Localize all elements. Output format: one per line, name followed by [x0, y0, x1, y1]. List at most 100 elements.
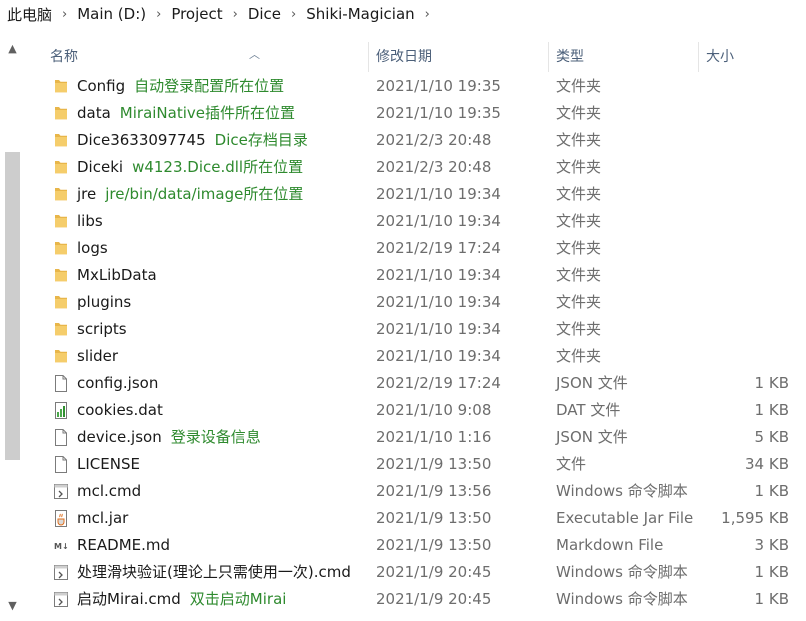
- cmd-file-icon: [52, 478, 70, 505]
- file-row[interactable]: Dice3633097745 Dice存档目录 2021/2/3 20:48 文件夹: [0, 127, 806, 154]
- file-type: 文件夹: [556, 266, 602, 284]
- file-row[interactable]: 启动Mirai.cmd 双击启动Mirai 2021/1/9 20:45 Window…: [0, 586, 806, 613]
- modified-date: 2021/1/9 13:56: [376, 482, 492, 500]
- file-name[interactable]: device.json: [77, 428, 162, 446]
- chevron-right-icon[interactable]: ›: [227, 7, 244, 22]
- header-name[interactable]: 名称 ︿: [50, 40, 368, 74]
- breadcrumb-item[interactable]: 此电脑: [3, 4, 56, 25]
- folder-icon: [52, 235, 70, 262]
- file-type: 文件夹: [556, 77, 602, 95]
- header-size[interactable]: 大小: [706, 40, 796, 74]
- file-row[interactable]: logs 2021/2/19 17:24 文件夹: [0, 235, 806, 262]
- file-name[interactable]: 处理滑块验证(理论上只需使用一次).cmd: [77, 563, 351, 581]
- file-row[interactable]: mcl.cmd 2021/1/9 13:56 Windows 命令脚本 1 KB: [0, 478, 806, 505]
- file-type: 文件夹: [556, 239, 602, 257]
- file-name[interactable]: plugins: [77, 293, 131, 311]
- file-row[interactable]: 处理滑块验证(理论上只需使用一次).cmd 2021/1/9 20:45 Windo…: [0, 559, 806, 586]
- file-row[interactable]: Config 自动登录配置所在位置 2021/1/10 19:35 文件夹: [0, 73, 806, 100]
- file-row[interactable]: LICENSE 2021/1/9 13:50 文件 34 KB: [0, 451, 806, 478]
- header-type[interactable]: 类型: [556, 40, 698, 74]
- file-name[interactable]: slider: [77, 347, 118, 365]
- file-name[interactable]: Diceki: [77, 158, 123, 176]
- file-name-cell[interactable]: plugins: [77, 289, 131, 316]
- chevron-right-icon[interactable]: ›: [285, 7, 302, 22]
- chevron-right-icon[interactable]: ›: [150, 7, 167, 22]
- file-name-cell[interactable]: LICENSE: [77, 451, 140, 478]
- breadcrumb-item[interactable]: Shiki-Magician: [302, 5, 418, 23]
- file-name[interactable]: Dice3633097745: [77, 131, 206, 149]
- file-row[interactable]: data MiraiNative插件所在位置 2021/1/10 19:35 文件夹: [0, 100, 806, 127]
- file-size: 3 KB: [754, 536, 789, 554]
- file-name[interactable]: data: [77, 104, 111, 122]
- column-divider[interactable]: [698, 42, 699, 72]
- file-name[interactable]: logs: [77, 239, 108, 257]
- modified-date: 2021/1/10 9:08: [376, 401, 492, 419]
- file-name[interactable]: 启动Mirai.cmd: [77, 590, 181, 608]
- breadcrumb-item[interactable]: Dice: [244, 5, 285, 23]
- file-row[interactable]: libs 2021/1/10 19:34 文件夹: [0, 208, 806, 235]
- file-name-cell[interactable]: mcl.cmd: [77, 478, 141, 505]
- blank-file-icon: [52, 451, 70, 478]
- breadcrumb-item[interactable]: Project: [167, 5, 226, 23]
- file-name-cell[interactable]: 处理滑块验证(理论上只需使用一次).cmd: [77, 559, 351, 586]
- file-row[interactable]: Diceki w4123.Dice.dll所在位置 2021/2/3 20:48 文件…: [0, 154, 806, 181]
- file-name[interactable]: mcl.jar: [77, 509, 128, 527]
- modified-date: 2021/1/10 19:34: [376, 266, 501, 284]
- annotation-label: 自动登录配置所在位置: [134, 77, 285, 95]
- file-name-cell[interactable]: logs: [77, 235, 108, 262]
- file-row[interactable]: M↓ README.md 2021/1/9 13:50 Markdown File 3 …: [0, 532, 806, 559]
- file-name[interactable]: libs: [77, 212, 103, 230]
- file-size: 1 KB: [754, 563, 789, 581]
- file-name[interactable]: README.md: [77, 536, 170, 554]
- modified-date: 2021/2/19 17:24: [376, 374, 501, 392]
- file-name-cell[interactable]: Diceki w4123.Dice.dll所在位置: [77, 154, 303, 181]
- file-name[interactable]: MxLibData: [77, 266, 157, 284]
- column-divider[interactable]: [368, 42, 369, 72]
- modified-date: 2021/1/10 19:35: [376, 104, 501, 122]
- file-row[interactable]: plugins 2021/1/10 19:34 文件夹: [0, 289, 806, 316]
- file-row[interactable]: jre jre/bin/data/image所在位置 2021/1/10 19:34…: [0, 181, 806, 208]
- file-name-cell[interactable]: cookies.dat: [77, 397, 163, 424]
- file-name[interactable]: mcl.cmd: [77, 482, 141, 500]
- file-row[interactable]: mcl.jar 2021/1/9 13:50 Executable Jar File…: [0, 505, 806, 532]
- file-name-cell[interactable]: slider: [77, 343, 118, 370]
- column-divider[interactable]: [548, 42, 549, 72]
- file-name-cell[interactable]: Config 自动登录配置所在位置: [77, 73, 284, 100]
- breadcrumb-item[interactable]: Main (D:): [73, 5, 150, 23]
- chevron-right-icon[interactable]: ›: [56, 7, 73, 22]
- file-name-cell[interactable]: 启动Mirai.cmd 双击启动Mirai: [77, 586, 286, 613]
- file-row[interactable]: cookies.dat 2021/1/10 9:08 DAT 文件 1 KB: [0, 397, 806, 424]
- chevron-right-icon[interactable]: ›: [419, 7, 436, 22]
- file-name-cell[interactable]: jre jre/bin/data/image所在位置: [77, 181, 303, 208]
- file-name[interactable]: config.json: [77, 374, 158, 392]
- folder-icon: [52, 208, 70, 235]
- file-name[interactable]: Config: [77, 77, 125, 95]
- file-row[interactable]: scripts 2021/1/10 19:34 文件夹: [0, 316, 806, 343]
- file-name-cell[interactable]: README.md: [77, 532, 170, 559]
- file-row[interactable]: config.json 2021/2/19 17:24 JSON 文件 1 KB: [0, 370, 806, 397]
- file-name-cell[interactable]: device.json 登录设备信息: [77, 424, 261, 451]
- modified-date: 2021/1/10 19:34: [376, 185, 501, 203]
- file-name[interactable]: cookies.dat: [77, 401, 163, 419]
- file-name-cell[interactable]: config.json: [77, 370, 158, 397]
- file-name[interactable]: LICENSE: [77, 455, 140, 473]
- file-name[interactable]: scripts: [77, 320, 127, 338]
- svg-text:M↓: M↓: [54, 542, 69, 551]
- file-name-cell[interactable]: MxLibData: [77, 262, 157, 289]
- file-name-cell[interactable]: scripts: [77, 316, 127, 343]
- file-name-cell[interactable]: Dice3633097745 Dice存档目录: [77, 127, 308, 154]
- modified-date: 2021/2/3 20:48: [376, 158, 492, 176]
- file-name-cell[interactable]: libs: [77, 208, 103, 235]
- file-type: Executable Jar File: [556, 509, 694, 527]
- file-row[interactable]: slider 2021/1/10 19:34 文件夹: [0, 343, 806, 370]
- file-name[interactable]: jre: [77, 185, 96, 203]
- file-row[interactable]: device.json 登录设备信息 2021/1/10 1:16 JSON 文件 5 …: [0, 424, 806, 451]
- file-name-cell[interactable]: mcl.jar: [77, 505, 128, 532]
- file-row[interactable]: MxLibData 2021/1/10 19:34 文件夹: [0, 262, 806, 289]
- annotation-label: 登录设备信息: [170, 428, 261, 446]
- modified-date: 2021/2/19 17:24: [376, 239, 501, 257]
- file-name-cell[interactable]: data MiraiNative插件所在位置: [77, 100, 295, 127]
- modified-date: 2021/1/9 13:50: [376, 536, 492, 554]
- folder-icon: [52, 154, 70, 181]
- header-date[interactable]: 修改日期: [376, 40, 548, 74]
